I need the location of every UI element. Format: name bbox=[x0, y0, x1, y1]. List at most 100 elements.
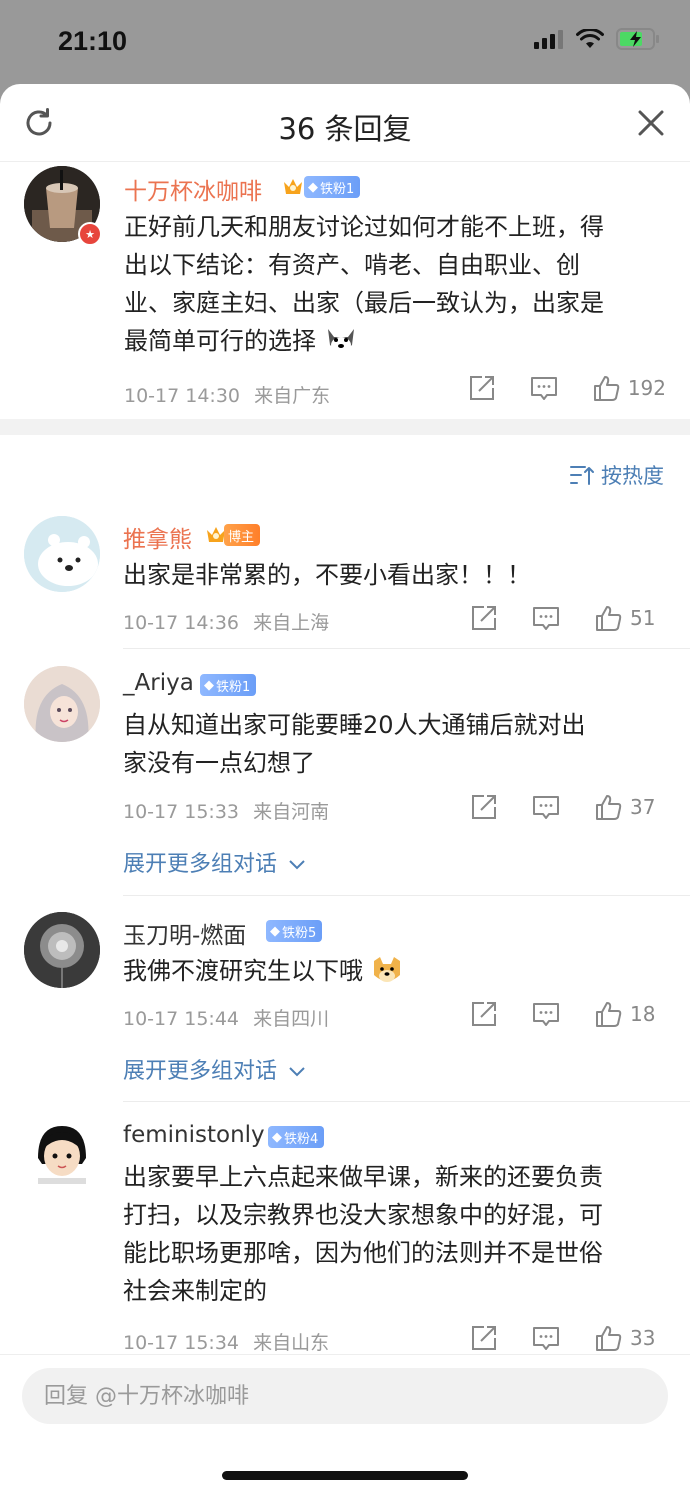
username[interactable]: _Ariya bbox=[123, 670, 194, 696]
like-icon[interactable] bbox=[594, 1000, 622, 1028]
comment-meta: 10-17 14:36 来自上海 bbox=[123, 608, 337, 635]
comment-meta: 10-17 15:33 来自河南 bbox=[123, 797, 337, 824]
comment-location: 来自上海 bbox=[253, 612, 330, 634]
status-bar: 21:10 bbox=[0, 0, 690, 84]
divider bbox=[123, 648, 690, 649]
comment-icon[interactable] bbox=[532, 604, 560, 632]
husky-emoji-icon bbox=[327, 329, 354, 353]
reply-input[interactable] bbox=[22, 1368, 668, 1424]
fan-badge: ◆ 铁粉5 bbox=[266, 920, 323, 942]
fan-badge: ◆ 铁粉1 bbox=[304, 176, 361, 198]
comment-icon[interactable] bbox=[530, 374, 558, 402]
diamond-icon: ◆ bbox=[270, 923, 280, 939]
comment-actions: 18 bbox=[470, 1000, 666, 1028]
divider bbox=[123, 895, 690, 896]
fan-badge: ◆ 铁粉1 bbox=[200, 674, 257, 696]
like-icon[interactable] bbox=[592, 374, 620, 402]
avatar[interactable] bbox=[24, 666, 100, 742]
reply-footer bbox=[0, 1354, 690, 1493]
divider bbox=[123, 1101, 690, 1102]
like-icon[interactable] bbox=[594, 604, 622, 632]
username[interactable]: 十万杯冰咖啡 bbox=[124, 172, 262, 206]
avatar[interactable] bbox=[24, 1118, 100, 1194]
comment-time: 10-17 15:33 bbox=[123, 801, 240, 823]
username[interactable]: feministonly bbox=[123, 1122, 265, 1148]
close-icon[interactable] bbox=[636, 108, 666, 138]
comment-time: 10-17 14:36 bbox=[123, 612, 240, 634]
comment-meta: 10-17 15:34 来自山东 bbox=[123, 1328, 337, 1355]
share-icon[interactable] bbox=[470, 1000, 498, 1028]
verified-badge: ★ bbox=[78, 222, 102, 246]
battery-charging-icon bbox=[616, 28, 659, 50]
text-line: 最简单可行的选择 bbox=[124, 322, 672, 360]
comment-text: 我佛不渡研究生以下哦 bbox=[123, 952, 671, 990]
comment-actions: 33 bbox=[470, 1324, 666, 1352]
text-line: 出家要早上六点起来做早课，新来的还要负责 bbox=[123, 1163, 603, 1191]
text-line: 社会来制定的 bbox=[123, 1277, 267, 1305]
comment-actions: 192 bbox=[468, 374, 666, 402]
share-icon[interactable] bbox=[470, 793, 498, 821]
wifi-icon bbox=[576, 29, 604, 48]
like-count: 37 bbox=[630, 795, 656, 819]
comment-time: 10-17 14:30 bbox=[124, 385, 241, 407]
comment-text: 自从知道出家可能要睡20人大通铺后就对出 家没有一点幻想了 bbox=[123, 706, 671, 782]
comment-location: 来自广东 bbox=[254, 385, 331, 407]
blogger-badge: 博主 bbox=[224, 524, 261, 546]
reply-item: _Ariya ◆ 铁粉1 自从知道出家可能要睡20人大通铺后就对出 家没有一点幻想… bbox=[0, 664, 690, 896]
text-line: 正好前几天和朋友讨论过如何才能不上班，得 bbox=[124, 213, 604, 241]
text-line: 我佛不渡研究生以下哦 bbox=[123, 952, 671, 990]
crown-icon bbox=[282, 174, 304, 198]
comment-icon[interactable] bbox=[532, 1000, 560, 1028]
sheet-title: 36 条回复 bbox=[278, 112, 412, 146]
reply-item: feministonly ◆ 铁粉4 出家要早上六点起来做早课，新来的还要负责 打… bbox=[0, 1116, 690, 1354]
home-indicator bbox=[222, 1471, 468, 1480]
doge-emoji-icon bbox=[373, 957, 400, 982]
share-icon[interactable] bbox=[470, 604, 498, 632]
comment-location: 来自山东 bbox=[253, 1332, 330, 1354]
comment-icon[interactable] bbox=[532, 1324, 560, 1352]
like-icon[interactable] bbox=[594, 1324, 622, 1352]
text-line: 自从知道出家可能要睡20人大通铺后就对出 bbox=[123, 711, 586, 739]
like-count: 18 bbox=[630, 1002, 656, 1026]
chevron-down-icon bbox=[289, 1067, 305, 1077]
text-line: 能比职场更那啥，因为他们的法则并不是世俗 bbox=[123, 1239, 603, 1267]
comment-location: 来自四川 bbox=[253, 1008, 330, 1030]
diamond-icon: ◆ bbox=[204, 677, 214, 693]
sheet-header: 36 条回复 bbox=[0, 84, 690, 162]
comment-location: 来自河南 bbox=[253, 801, 330, 823]
like-count: 51 bbox=[630, 606, 656, 630]
comment-text: 出家是非常累的，不要小看出家！！！ bbox=[123, 556, 671, 594]
comment-text: 出家要早上六点起来做早课，新来的还要负责 打扫，以及宗教界也没大家想象中的好混，… bbox=[123, 1158, 671, 1310]
comment-actions: 37 bbox=[470, 793, 666, 821]
status-time: 21:10 bbox=[58, 26, 128, 56]
chevron-down-icon bbox=[289, 860, 305, 870]
avatar[interactable] bbox=[24, 912, 100, 988]
comment-time: 10-17 15:34 bbox=[123, 1332, 240, 1354]
signal-icon bbox=[534, 30, 563, 49]
avatar[interactable] bbox=[24, 516, 100, 592]
sort-label: 按热度 bbox=[601, 464, 664, 488]
expand-conversation-link[interactable]: 展开更多组对话 bbox=[123, 1053, 306, 1085]
expand-conversation-link[interactable]: 展开更多组对话 bbox=[123, 846, 306, 878]
username[interactable]: 推拿熊 bbox=[123, 520, 192, 554]
comment-text: 正好前几天和朋友讨论过如何才能不上班，得 出以下结论：有资产、啃老、自由职业、创… bbox=[124, 208, 672, 360]
share-icon[interactable] bbox=[470, 1324, 498, 1352]
reply-item: 玉刀明-燃面 ◆ 铁粉5 我佛不渡研究生以下哦 10-17 15:44 来自四川 … bbox=[0, 910, 690, 1102]
comment-meta: 10-17 15:44 来自四川 bbox=[123, 1004, 337, 1031]
username[interactable]: 玉刀明-燃面 bbox=[123, 916, 246, 950]
comment-icon[interactable] bbox=[532, 793, 560, 821]
diamond-icon: ◆ bbox=[272, 1129, 282, 1145]
like-count: 33 bbox=[630, 1326, 656, 1350]
like-icon[interactable] bbox=[594, 793, 622, 821]
main-comment: ★ 十万杯冰咖啡 ◆ 铁粉1 正好前几天和朋友讨论过如何才能不上班，得 出以下结论… bbox=[0, 164, 690, 419]
comment-time: 10-17 15:44 bbox=[123, 1008, 240, 1030]
reply-sheet: 36 条回复 ★ 十万杯冰咖啡 ◆ 铁粉1 正好前几天和朋友讨论过如何才能不上班，… bbox=[0, 84, 690, 1493]
fan-badge: ◆ 铁粉4 bbox=[268, 1126, 325, 1148]
like-count: 192 bbox=[627, 376, 666, 400]
text-line: 业、家庭主妇、出家（最后一致认为，出家是 bbox=[124, 289, 604, 317]
comment-meta: 10-17 14:30 来自广东 bbox=[124, 381, 338, 408]
text-line: 出以下结论：有资产、啃老、自由职业、创 bbox=[124, 251, 580, 279]
sort-toggle[interactable]: 按热度 bbox=[569, 460, 664, 490]
share-icon[interactable] bbox=[468, 374, 496, 402]
comment-actions: 51 bbox=[470, 604, 666, 632]
